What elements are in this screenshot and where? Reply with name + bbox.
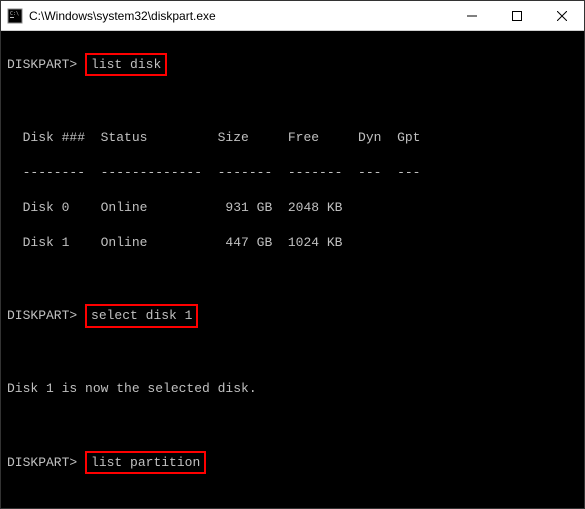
svg-text:C:\: C:\ bbox=[10, 11, 19, 17]
command-list-disk: list disk bbox=[85, 53, 167, 77]
window-title: C:\Windows\system32\diskpart.exe bbox=[29, 9, 449, 23]
window-controls bbox=[449, 1, 584, 30]
table-row: Disk 1 Online 447 GB 1024 KB bbox=[7, 234, 578, 252]
result-text: Disk 1 is now the selected disk. bbox=[7, 380, 578, 398]
maximize-button[interactable] bbox=[494, 1, 539, 30]
table-row: Disk 0 Online 931 GB 2048 KB bbox=[7, 199, 578, 217]
prompt: DISKPART> bbox=[7, 308, 77, 323]
command-list-partition: list partition bbox=[85, 451, 206, 475]
diskpart-window: C:\ C:\Windows\system32\diskpart.exe DIS… bbox=[0, 0, 585, 509]
disk-table-separator: -------- ------------- ------- ------- -… bbox=[7, 164, 578, 182]
app-icon: C:\ bbox=[7, 8, 23, 24]
titlebar[interactable]: C:\ C:\Windows\system32\diskpart.exe bbox=[1, 1, 584, 31]
command-select-disk: select disk 1 bbox=[85, 304, 198, 328]
prompt: DISKPART> bbox=[7, 57, 77, 72]
prompt: DISKPART> bbox=[7, 455, 77, 470]
terminal-output[interactable]: DISKPART> list disk Disk ### Status Size… bbox=[1, 31, 584, 508]
close-button[interactable] bbox=[539, 1, 584, 30]
minimize-button[interactable] bbox=[449, 1, 494, 30]
disk-table-header: Disk ### Status Size Free Dyn Gpt bbox=[7, 129, 578, 147]
